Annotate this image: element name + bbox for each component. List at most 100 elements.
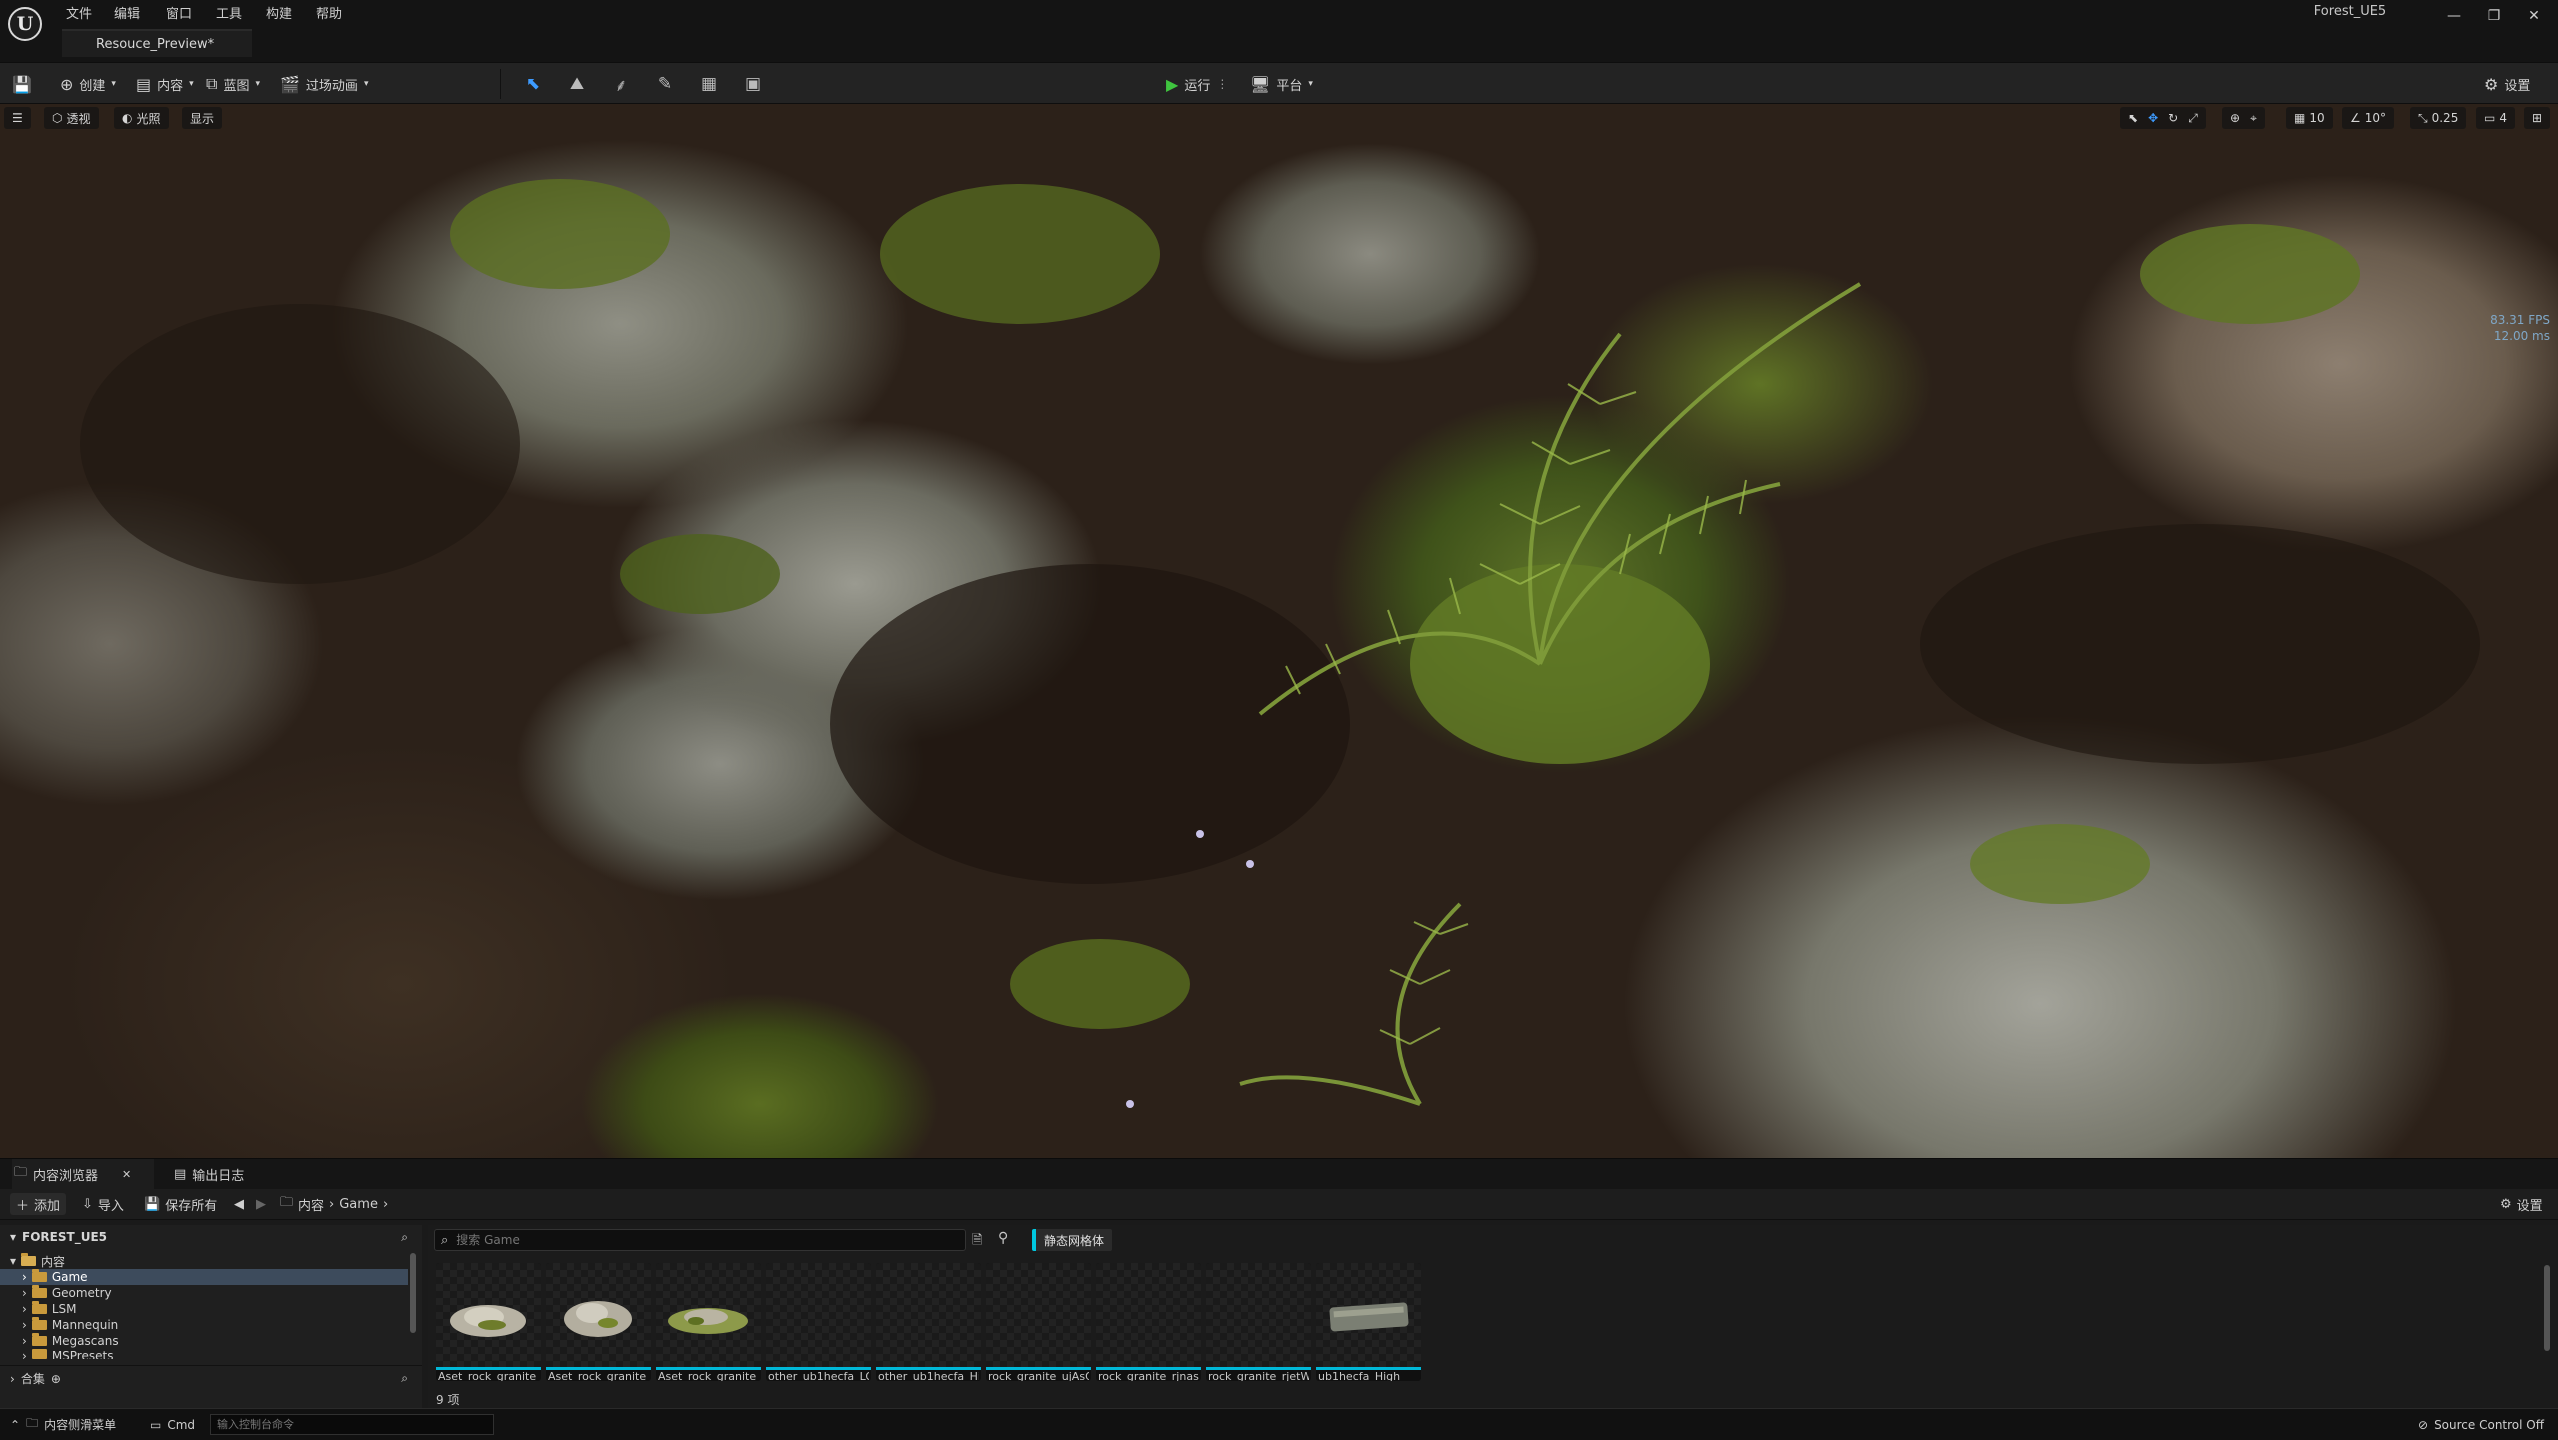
viewport-scene <box>80 179 2480 1108</box>
tree-scrollbar[interactable] <box>410 1253 416 1333</box>
cinematics-button[interactable]: 🎬 过场动画 ▾ <box>280 63 368 105</box>
asset-tile[interactable]: Aset_rock_granite_S_vjxfb <box>546 1263 651 1381</box>
cmd-label: Cmd <box>167 1417 196 1432</box>
asset-name: other_ub1hecfa_High <box>878 1370 979 1381</box>
save-all-button[interactable]: 💾 保存所有 <box>138 1193 223 1215</box>
asset-tile[interactable]: other_ub1hecfa_High <box>876 1263 981 1381</box>
menu-edit[interactable]: 编辑 <box>114 2 140 22</box>
filter-chip-static-mesh[interactable]: 静态网格体 <box>1032 1229 1113 1251</box>
close-tab-icon[interactable]: ✕ <box>122 1168 131 1181</box>
filter-chip-label: 静态网格体 <box>1044 1233 1105 1248</box>
save-search-icon[interactable]: 🗎 <box>972 1231 982 1253</box>
fracture-mode-icon[interactable]: ▦ <box>694 69 724 99</box>
level-viewport[interactable]: ☰ ⬡ 透视 ◐ 光照 显示 ⬉ ✥ ↻ ⤢ ⊕ ⌖ ▦ 10 ∠ 10° ⤡ 0.25 … <box>0 104 2558 1158</box>
asset-tile[interactable]: rock_granite_rjetW <box>1206 1263 1311 1381</box>
settings-button[interactable]: ⚙ 设置 <box>2484 63 2530 105</box>
tab-content-browser[interactable]: 🗀 内容浏览器 ✕ <box>12 1159 154 1189</box>
import-button[interactable]: ⇩ 导入 <box>76 1193 130 1215</box>
landscape-mode-icon[interactable]: ⛰ <box>562 69 592 99</box>
content-drawer-button[interactable]: ⌃ 🗀 内容侧滑菜单 <box>10 1409 116 1440</box>
asset-scrollbar[interactable] <box>2544 1265 2550 1351</box>
camera-speed-button[interactable]: ▭ 4 <box>2476 107 2515 129</box>
asset-tile[interactable]: Aset_rock_granite_M_vgsja <box>656 1263 761 1381</box>
breadcrumb-game[interactable]: Game <box>339 1197 378 1212</box>
content-button[interactable]: ▤ 内容 ▾ <box>136 63 194 105</box>
content-settings-button[interactable]: ⚙ 设置 <box>2494 1193 2549 1215</box>
asset-tile[interactable]: rock_granite_rjnas <box>1096 1263 1201 1381</box>
blueprint-button[interactable]: ⧉ 蓝图 ▾ <box>206 63 260 105</box>
forward-button[interactable]: ▶ <box>250 1193 272 1215</box>
play-button[interactable]: ▶ 运行 ⋮ <box>1166 63 1228 105</box>
menu-file[interactable]: 文件 <box>66 2 92 22</box>
grid-snap-button[interactable]: ▦ 10 <box>2286 107 2333 129</box>
asset-name: Aset_rock_granite_S_vjxfb <box>548 1370 649 1381</box>
asset-tile[interactable]: ub1hecfa_High <box>1316 1263 1421 1381</box>
select-icon[interactable]: ⬉ <box>2128 111 2138 125</box>
cube-icon: ⬡ <box>52 111 63 125</box>
translate-icon[interactable]: ✥ <box>2148 111 2158 125</box>
console-input[interactable] <box>210 1414 494 1435</box>
source-control-button[interactable]: ⊘ Source Control Off <box>2418 1409 2544 1440</box>
add-collection-icon[interactable]: ⊕ <box>51 1372 61 1386</box>
main-toolbar: 💾 ⊕ 创建 ▾ ▤ 内容 ▾ ⧉ 蓝图 ▾ 🎬 过场动画 ▾ ⬉ ⛰ ⸙ ✎ ▦ ▣ ▶ 运行 ⋮… <box>0 62 2558 104</box>
asset-search[interactable]: ⌕ <box>434 1229 966 1251</box>
menu-tools[interactable]: 工具 <box>216 2 242 22</box>
frame-time-value: 12.00 ms <box>2493 329 2550 343</box>
show-button[interactable]: 显示 <box>182 107 223 129</box>
tree-item-geometry[interactable]: › Geometry <box>0 1285 408 1301</box>
menu-help[interactable]: 帮助 <box>316 2 342 22</box>
scale-snap-button[interactable]: ⤡ 0.25 <box>2410 107 2467 129</box>
rotate-icon[interactable]: ↻ <box>2168 111 2178 125</box>
close-icon[interactable]: ✕ <box>2516 4 2552 28</box>
asset-tile[interactable]: Aset_rock_granite_S_wfxdce <box>436 1263 541 1381</box>
maximize-viewport-button[interactable]: ⊞ <box>2524 107 2551 129</box>
angle-icon: ∠ <box>2350 111 2361 125</box>
perspective-button[interactable]: ⬡ 透视 <box>44 107 99 129</box>
surface-snap-icon[interactable]: ⌖ <box>2250 111 2257 126</box>
tree-item-label: Mannequin <box>51 1318 119 1332</box>
angle-snap-button[interactable]: ∠ 10° <box>2342 107 2395 129</box>
back-button[interactable]: ◀ <box>228 1193 250 1215</box>
asset-thumbnail <box>986 1263 1091 1367</box>
chevron-right-icon: › <box>22 1318 27 1332</box>
tree-item-content[interactable]: ▾ 内容 <box>0 1253 408 1269</box>
modeling-mode-icon[interactable]: ▣ <box>738 69 768 99</box>
lighting-button[interactable]: ◐ 光照 <box>114 107 169 129</box>
collections-header[interactable]: › 合集 ⊕ ⌕ <box>0 1365 422 1391</box>
search-icon[interactable]: ⌕ <box>401 1230 408 1245</box>
asset-tile[interactable]: other_ub1hecfa_LOD <box>766 1263 871 1381</box>
sources-header[interactable]: ▾ FOREST_UE5 ⌕ <box>0 1225 422 1249</box>
filter-icon[interactable]: ⚲ <box>998 1230 1008 1246</box>
asset-search-input[interactable] <box>454 1232 939 1248</box>
search-icon[interactable]: ⌕ <box>401 1371 408 1386</box>
restore-icon[interactable]: ❐ <box>2476 4 2512 28</box>
breadcrumb-content[interactable]: 内容 <box>298 1195 324 1214</box>
unreal-logo-icon[interactable]: U <box>8 7 42 41</box>
mesh-paint-mode-icon[interactable]: ✎ <box>650 69 680 99</box>
tree-item-megascans[interactable]: › Megascans <box>0 1333 408 1349</box>
document-tab[interactable]: Resouce_Preview* <box>62 29 252 57</box>
tree-item-game[interactable]: › Game <box>0 1269 408 1285</box>
cmd-button[interactable]: ▭ Cmd <box>150 1409 195 1440</box>
scale-icon[interactable]: ⤢ <box>2188 111 2198 126</box>
foliage-mode-icon[interactable]: ⸙ <box>606 69 636 99</box>
chevron-right-icon: › <box>22 1349 27 1359</box>
asset-tile[interactable]: rock_granite_ujAsQ <box>986 1263 1091 1381</box>
menu-window[interactable]: 窗口 <box>166 2 192 22</box>
menu-build[interactable]: 构建 <box>266 2 292 22</box>
add-button[interactable]: ＋添加 <box>10 1193 67 1215</box>
platform-button[interactable]: 🖥 平台 ▾ <box>1250 63 1313 105</box>
tree-item-mannequin[interactable]: › Mannequin <box>0 1317 408 1333</box>
tab-output-log[interactable]: ▤ 输出日志 <box>174 1159 244 1189</box>
minimize-icon[interactable]: — <box>2436 4 2472 28</box>
create-button[interactable]: ⊕ 创建 ▾ <box>60 63 116 105</box>
toolbar-divider <box>500 69 501 99</box>
select-mode-icon[interactable]: ⬉ <box>518 69 548 99</box>
tree-item-lsm[interactable]: › LSM <box>0 1301 408 1317</box>
save-button[interactable]: 💾 <box>12 63 32 105</box>
tree-item-mspresets[interactable]: › MSPresets <box>0 1349 408 1359</box>
folder-icon: 🗀 <box>14 1165 28 1180</box>
viewport-menu-button[interactable]: ☰ <box>4 107 31 129</box>
chevron-down-icon: ▾ <box>111 79 116 89</box>
world-icon[interactable]: ⊕ <box>2230 111 2240 125</box>
